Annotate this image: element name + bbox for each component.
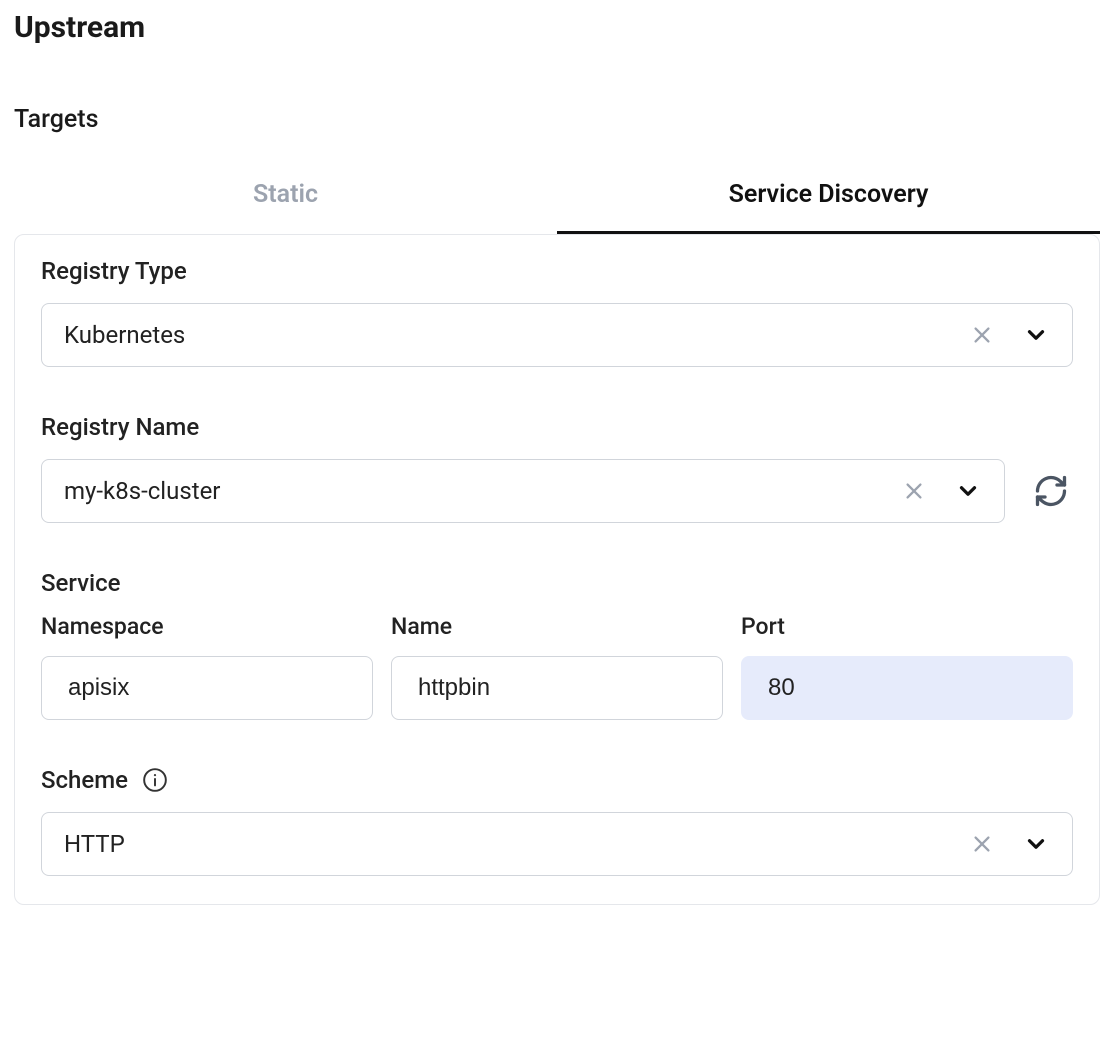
clear-icon[interactable] xyxy=(896,473,932,509)
registry-type-value: Kubernetes xyxy=(64,321,964,349)
scheme-select[interactable]: HTTP xyxy=(41,812,1073,876)
service-port-label: Port xyxy=(741,613,1073,640)
service-name-col: Name xyxy=(391,613,723,720)
registry-name-field: Registry Name my-k8s-cluster xyxy=(41,413,1073,523)
section-title-targets: Targets xyxy=(14,105,1100,134)
service-namespace-input[interactable] xyxy=(41,656,373,720)
chevron-down-icon[interactable] xyxy=(1018,826,1054,862)
registry-type-select[interactable]: Kubernetes xyxy=(41,303,1073,367)
registry-name-label: Registry Name xyxy=(41,413,1073,441)
tab-service-discovery[interactable]: Service Discovery xyxy=(557,166,1100,234)
tab-service-discovery-label: Service Discovery xyxy=(729,180,929,209)
registry-type-field: Registry Type Kubernetes xyxy=(41,257,1073,367)
clear-icon[interactable] xyxy=(964,317,1000,353)
scheme-value: HTTP xyxy=(64,830,964,858)
scheme-label: Scheme xyxy=(41,766,128,794)
chevron-down-icon[interactable] xyxy=(950,473,986,509)
service-port-col: Port xyxy=(741,613,1073,720)
service-name-label: Name xyxy=(391,613,723,640)
service-field-group: Service Namespace Name Port xyxy=(41,569,1073,720)
clear-icon[interactable] xyxy=(964,826,1000,862)
registry-type-label: Registry Type xyxy=(41,257,1073,285)
service-discovery-panel: Registry Type Kubernetes Registry Name m… xyxy=(14,234,1100,905)
registry-name-select[interactable]: my-k8s-cluster xyxy=(41,459,1005,523)
tab-static[interactable]: Static xyxy=(14,166,557,234)
scheme-field: Scheme HTTP xyxy=(41,766,1073,876)
tab-static-label: Static xyxy=(253,180,318,209)
info-icon[interactable] xyxy=(142,767,168,793)
service-name-input[interactable] xyxy=(391,656,723,720)
service-port-input[interactable] xyxy=(741,656,1073,720)
service-heading: Service xyxy=(41,569,1073,597)
chevron-down-icon[interactable] xyxy=(1018,317,1054,353)
service-namespace-col: Namespace xyxy=(41,613,373,720)
targets-tabs: Static Service Discovery xyxy=(14,166,1100,235)
service-namespace-label: Namespace xyxy=(41,613,373,640)
page-title: Upstream xyxy=(14,10,1100,45)
registry-name-value: my-k8s-cluster xyxy=(64,477,896,505)
refresh-icon[interactable] xyxy=(1029,469,1073,513)
